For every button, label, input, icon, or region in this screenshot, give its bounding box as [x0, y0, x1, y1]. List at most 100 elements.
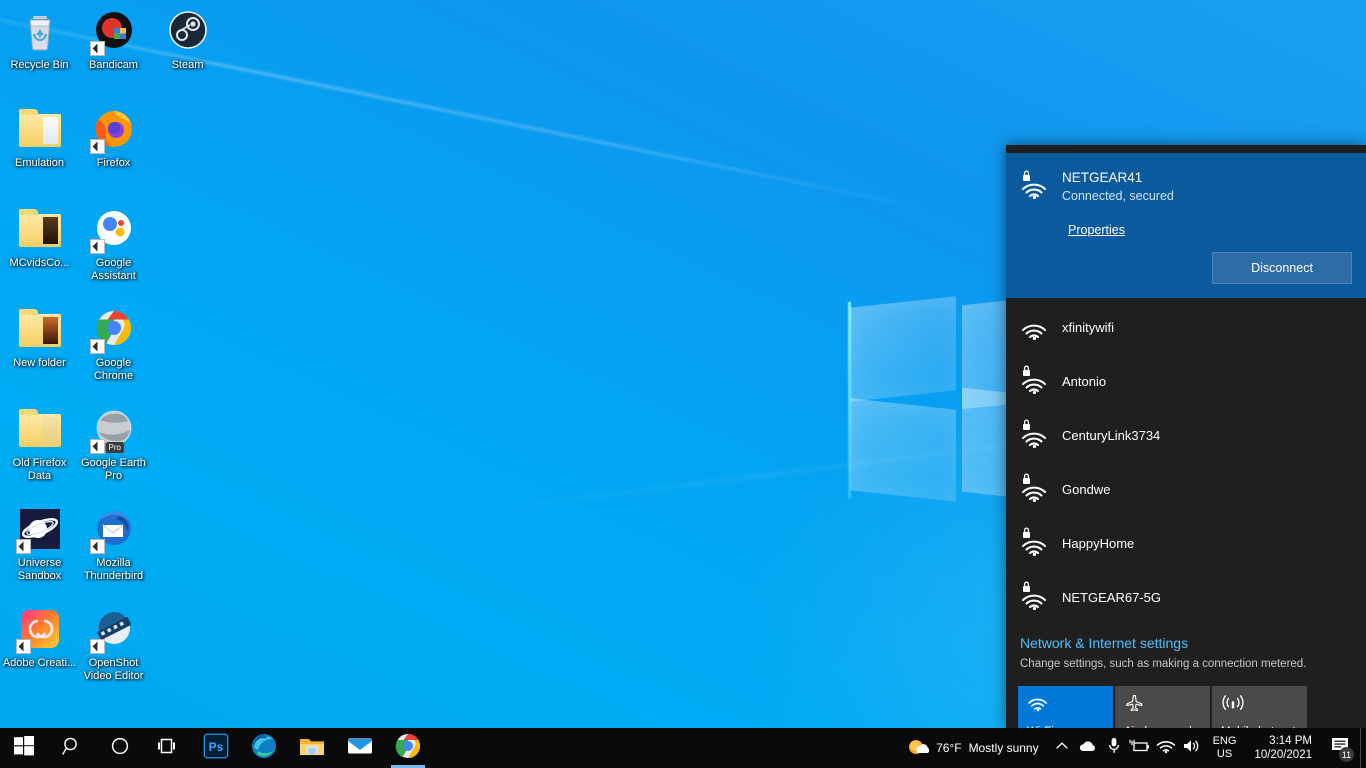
shortcut-overlay-icon: [15, 539, 31, 554]
shortcut-overlay-icon: [89, 139, 105, 154]
edge-button[interactable]: [240, 728, 288, 768]
cortana-circle-icon: [110, 736, 130, 761]
shortcut-overlay-icon: [89, 339, 105, 354]
search-icon: [62, 736, 82, 761]
mail-button[interactable]: [336, 728, 384, 768]
taskbar: Ps 76°F Mostly sunny ENG US 3:14 PM 10/2…: [0, 728, 1366, 768]
show-hidden-icons-button[interactable]: [1049, 728, 1075, 768]
desktop-icon-bandicam[interactable]: Bandicam: [76, 8, 151, 72]
desktop-icon-label: MCvidsCo...: [9, 257, 70, 269]
desktop-icon-google-chrome[interactable]: Google Chrome: [76, 306, 151, 383]
desktop-icon-label: Universe Sandbox: [17, 557, 62, 582]
folder-icon: [16, 106, 64, 154]
speaker-icon: [1182, 738, 1202, 759]
wifi-open-icon: [1020, 310, 1050, 345]
clock-date-value: 10/20/2021: [1254, 749, 1312, 761]
desktop-icon-google-assistant[interactable]: Google Assistant: [76, 206, 151, 283]
action-center-button[interactable]: 11: [1322, 728, 1360, 768]
volume-tray-icon[interactable]: [1179, 728, 1205, 768]
desktop-icon-label: Mozilla Thunderbird: [83, 557, 144, 582]
wifi-icon: [1027, 694, 1105, 717]
recycle-bin-icon: [16, 8, 64, 56]
quick-tile-mobile-hotspot[interactable]: Mobile hotspot: [1212, 686, 1307, 728]
available-networks-list: xfinitywifi Antonio CenturyLink3734 Gond…: [1006, 298, 1366, 624]
sun-behind-cloud-icon: [907, 737, 930, 760]
desktop-icon-firefox[interactable]: Firefox: [76, 106, 151, 170]
desktop-icon-label: Bandicam: [89, 59, 138, 71]
network-ssid: CenturyLink3734: [1062, 427, 1161, 443]
cortana-button[interactable]: [96, 728, 144, 768]
network-internet-settings-link[interactable]: Network & Internet settings: [1020, 632, 1352, 654]
desktop-icon-label: Google Earth Pro: [81, 457, 146, 482]
wifi-icon: [1156, 738, 1176, 759]
adobe-creative-cloud-icon: [15, 606, 64, 654]
quick-tile-airplane-mode[interactable]: Airplane mode: [1115, 686, 1210, 728]
start-button[interactable]: [0, 728, 48, 768]
language-line-1: ENG: [1212, 735, 1237, 747]
firefox-icon: [89, 106, 138, 154]
clock-time: 3:14 PM: [1269, 735, 1312, 747]
openshot-icon: [89, 606, 138, 654]
wifi-secured-icon: [1020, 580, 1050, 615]
steam-icon: [164, 8, 212, 56]
desktop-icon-google-earth-pro[interactable]: Pro Google Earth Pro: [76, 406, 151, 483]
desktop-icon-openshot-video-editor[interactable]: OpenShot Video Editor: [76, 606, 151, 683]
google-assistant-icon: [89, 206, 138, 254]
battery-tray-icon[interactable]: [1127, 728, 1153, 768]
desktop-icon-adobe-creative-cloud[interactable]: Adobe Creati...: [2, 606, 77, 670]
mobile-hotspot-icon: [1221, 694, 1299, 717]
clock-date[interactable]: 3:14 PM 10/20/2021: [1244, 728, 1322, 768]
network-ssid: HappyHome: [1062, 535, 1135, 551]
network-ssid: Antonio: [1062, 373, 1107, 389]
connected-network-card[interactable]: NETGEAR41 Connected, secured Properties …: [1006, 153, 1366, 298]
file-explorer-button[interactable]: [288, 728, 336, 768]
shortcut-overlay-icon: [89, 239, 105, 254]
onedrive-tray-icon[interactable]: [1075, 728, 1101, 768]
taskbar-empty-area[interactable]: [432, 728, 901, 768]
weather-widget[interactable]: 76°F Mostly sunny: [901, 728, 1049, 768]
desktop-icon-label: OpenShot Video Editor: [83, 657, 144, 682]
search-button[interactable]: [48, 728, 96, 768]
network-row-netgear67-5g[interactable]: NETGEAR67-5G: [1006, 570, 1366, 624]
task-view-icon: [157, 736, 179, 761]
folder-icon: [16, 306, 64, 354]
show-desktop-button[interactable]: [1360, 728, 1366, 768]
desktop-icon-emulation[interactable]: Emulation: [2, 106, 77, 170]
quick-tile-wifi[interactable]: Wi-Fi: [1018, 686, 1113, 728]
edge-icon: [251, 733, 277, 764]
network-row-centurylink3734[interactable]: CenturyLink3734: [1006, 408, 1366, 462]
task-view-button[interactable]: [144, 728, 192, 768]
folder-icon: [16, 206, 64, 254]
desktop-icon-label: Old Firefox Data: [12, 457, 67, 482]
desktop-icon-steam[interactable]: Steam: [150, 8, 225, 72]
wifi-secured-icon: [1020, 418, 1050, 453]
wifi-secured-icon: [1020, 169, 1050, 204]
network-settings-subtitle: Change settings, such as making a connec…: [1020, 658, 1307, 670]
network-row-happyhome[interactable]: HappyHome: [1006, 516, 1366, 570]
windows-logo-icon: [14, 735, 34, 761]
network-tray-icon[interactable]: [1153, 728, 1179, 768]
mail-icon: [347, 736, 373, 761]
language-line-2: US: [1216, 748, 1233, 760]
desktop-icon-new-folder[interactable]: New folder: [2, 306, 77, 370]
chrome-icon: [89, 306, 138, 354]
photoshop-button[interactable]: Ps: [192, 728, 240, 768]
chrome-button[interactable]: [384, 728, 432, 768]
wifi-flyout-panel: NETGEAR41 Connected, secured Properties …: [1006, 145, 1366, 728]
shortcut-overlay-icon: [15, 639, 31, 654]
disconnect-button[interactable]: Disconnect: [1212, 252, 1352, 284]
desktop-icon-universe-sandbox[interactable]: Universe Sandbox: [2, 506, 77, 583]
desktop-icon-label: Steam: [171, 59, 204, 71]
desktop-icon-mcvidsco[interactable]: MCvidsCo...: [2, 206, 77, 270]
desktop-icon-old-firefox-data[interactable]: Old Firefox Data: [2, 406, 77, 483]
shortcut-overlay-icon: [89, 539, 105, 554]
shortcut-overlay-icon: [89, 439, 105, 454]
desktop-icon-recycle-bin[interactable]: Recycle Bin: [2, 8, 77, 72]
desktop-icon-mozilla-thunderbird[interactable]: Mozilla Thunderbird: [76, 506, 151, 583]
microphone-tray-icon[interactable]: [1101, 728, 1127, 768]
network-row-antonio[interactable]: Antonio: [1006, 354, 1366, 408]
properties-link[interactable]: Properties: [1068, 223, 1125, 237]
network-row-xfinitywifi[interactable]: xfinitywifi: [1006, 300, 1366, 354]
language-indicator[interactable]: ENG US: [1205, 728, 1245, 768]
network-row-gondwe[interactable]: Gondwe: [1006, 462, 1366, 516]
